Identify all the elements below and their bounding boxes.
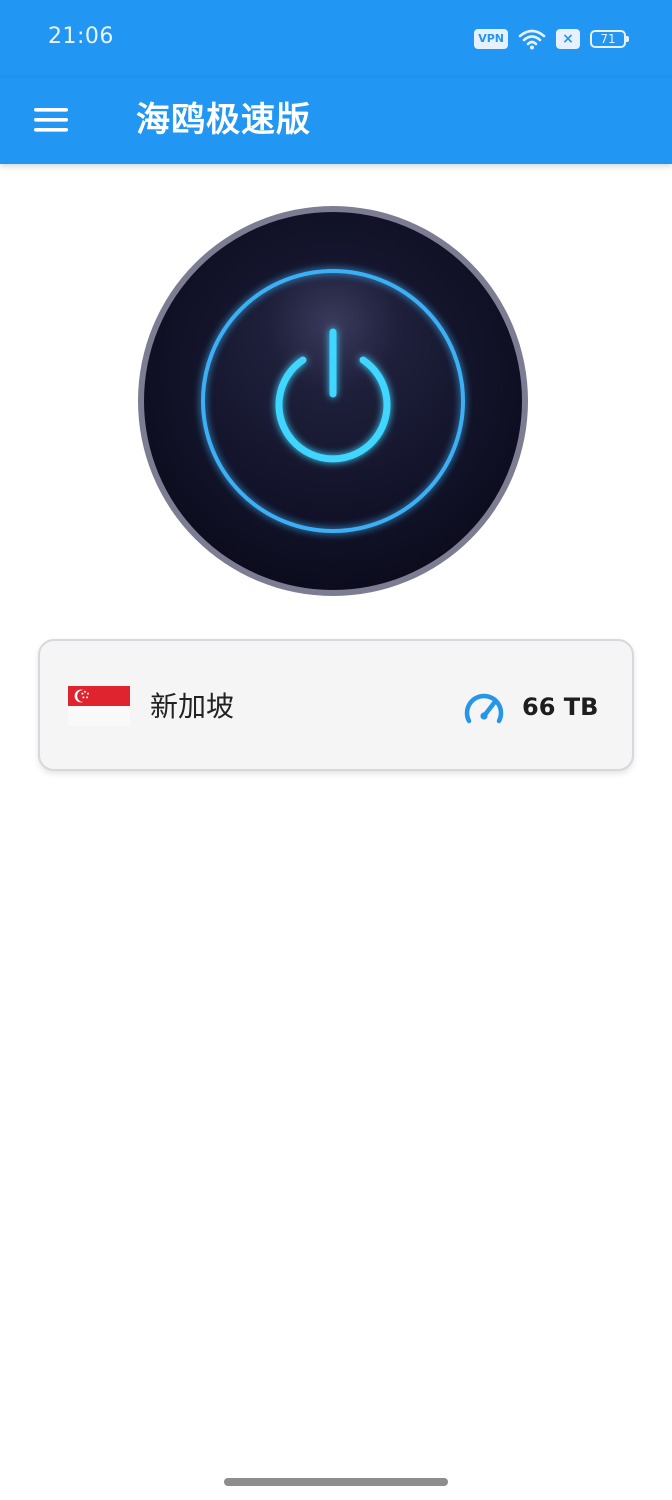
app-title: 海鸥极速版 bbox=[136, 100, 311, 140]
power-icon bbox=[138, 206, 528, 596]
wifi-icon bbox=[518, 29, 546, 50]
menu-button[interactable] bbox=[24, 92, 80, 148]
server-selector-card[interactable]: 新加坡 66 TB bbox=[38, 639, 634, 771]
no-sim-icon: × bbox=[556, 29, 580, 49]
home-indicator[interactable] bbox=[224, 1478, 448, 1486]
app-screen: 21:06 VPN × 71 海鸥极速版 新加坡 66 TB bbox=[0, 0, 672, 1500]
vpn-status-icon: VPN bbox=[474, 29, 508, 49]
hamburger-menu-icon bbox=[34, 108, 68, 132]
singapore-flag-icon bbox=[68, 686, 130, 726]
battery-icon: 71 bbox=[590, 30, 629, 48]
status-icons: VPN × 71 bbox=[474, 26, 629, 52]
status-bar: 21:06 VPN × 71 bbox=[0, 0, 672, 78]
status-time: 21:06 bbox=[48, 24, 114, 49]
app-bar: 海鸥极速版 bbox=[0, 78, 672, 164]
connect-power-button[interactable] bbox=[136, 204, 530, 598]
traffic-value: 66 TB bbox=[522, 693, 599, 721]
speedometer-icon bbox=[464, 693, 504, 724]
server-country-name: 新加坡 bbox=[150, 690, 235, 723]
